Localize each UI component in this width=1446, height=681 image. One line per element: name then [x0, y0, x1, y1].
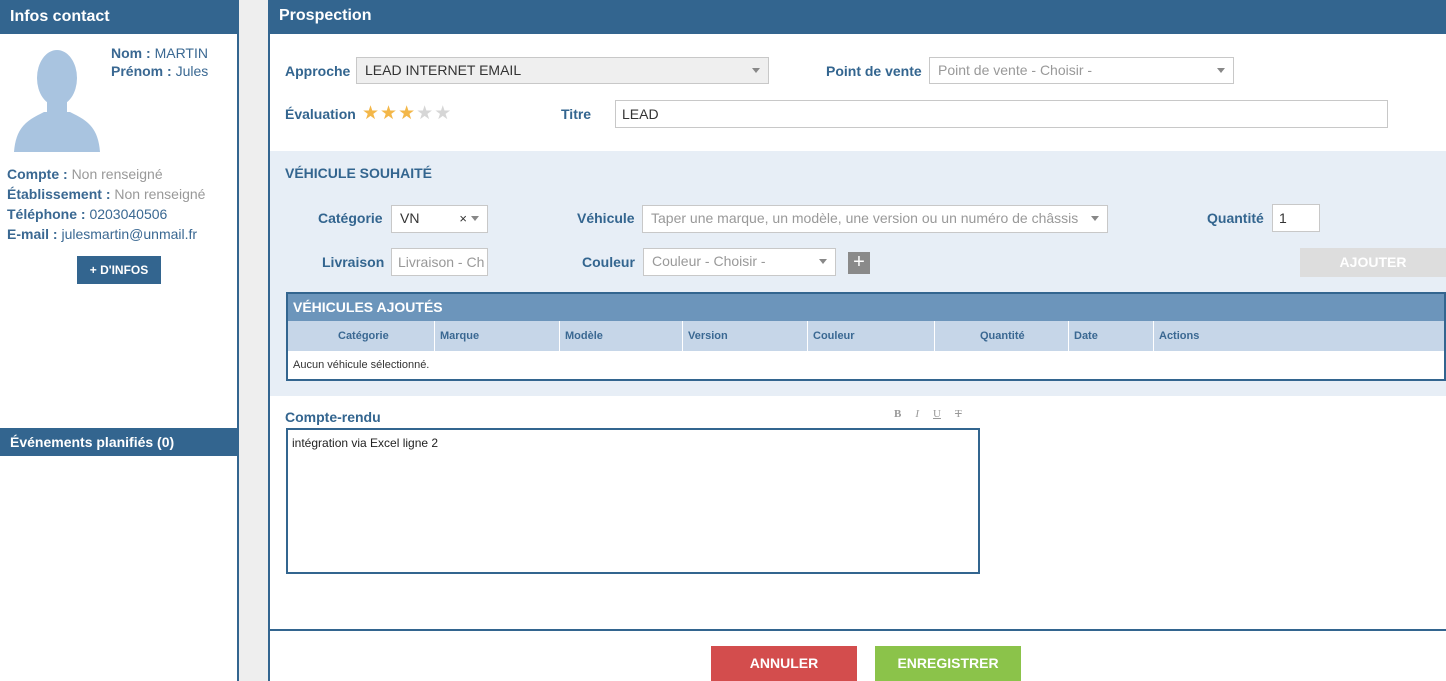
vehicule-placeholder: Taper une marque, un modèle, une version… — [651, 210, 1079, 226]
save-button[interactable]: ENREGISTRER — [875, 646, 1021, 681]
add-color-button[interactable]: + — [848, 252, 870, 274]
chevron-down-icon — [1091, 216, 1099, 221]
email-value: julesmartin@unmail.fr — [61, 226, 198, 242]
approche-value: LEAD INTERNET EMAIL — [365, 62, 522, 78]
categorie-select[interactable]: VN × — [391, 205, 488, 233]
approche-label: Approche — [285, 63, 351, 79]
compte-rendu-textarea[interactable]: intégration via Excel ligne 2 — [286, 428, 980, 574]
point-de-vente-select[interactable]: Point de vente - Choisir - — [929, 57, 1234, 84]
prenom-value: Jules — [175, 63, 209, 79]
avatar-placeholder-icon — [14, 50, 100, 152]
more-info-button[interactable]: + D'INFOS — [77, 256, 161, 284]
quantite-input[interactable]: 1 — [1272, 204, 1320, 232]
panel-gutter — [239, 0, 268, 681]
vehicule-label: Véhicule — [577, 210, 635, 226]
compte-value: Non renseigné — [71, 166, 163, 182]
telephone-value: 0203040506 — [89, 206, 168, 222]
column-header[interactable]: Catégorie — [288, 321, 435, 351]
italic-icon[interactable]: I — [915, 408, 919, 420]
star-icon-filled[interactable]: ★ — [398, 104, 415, 124]
rating-stars[interactable]: ★ ★ ★ ★ ★ — [362, 104, 451, 124]
column-header[interactable]: Quantité — [935, 321, 1069, 351]
quantite-value: 1 — [1279, 210, 1287, 226]
vehicles-table-empty-message: Aucun véhicule sélectionné. — [293, 359, 430, 371]
bold-icon[interactable]: B — [894, 408, 901, 420]
titre-value: LEAD — [622, 106, 659, 122]
categorie-value: VN — [400, 210, 420, 226]
categorie-label: Catégorie — [318, 210, 383, 226]
vehicles-table-header: Catégorie Marque Modèle Version Couleur … — [288, 321, 1444, 351]
chevron-down-icon — [752, 68, 760, 73]
livraison-placeholder: Livraison - Ch — [398, 254, 485, 270]
quantite-label: Quantité — [1207, 210, 1264, 226]
compte-rendu-text: intégration via Excel ligne 2 — [292, 436, 439, 450]
chevron-down-icon — [1217, 68, 1225, 73]
contact-panel-title: Infos contact — [0, 0, 237, 34]
compte-label: Compte : — [7, 166, 68, 182]
compte-rendu-label: Compte-rendu — [285, 409, 381, 425]
livraison-label: Livraison — [322, 254, 385, 270]
app-root: Infos contact Nom : MARTIN Prénom : Jule… — [0, 0, 1446, 681]
nom-value: MARTIN — [154, 45, 208, 61]
column-header[interactable]: Couleur — [808, 321, 935, 351]
etablissement-value: Non renseigné — [114, 186, 206, 202]
editor-toolbar: B I U T — [894, 408, 962, 420]
point-de-vente-label: Point de vente — [826, 63, 922, 79]
nom-label: Nom : — [111, 45, 151, 61]
clear-format-icon[interactable]: T — [955, 408, 962, 420]
livraison-input[interactable]: Livraison - Ch — [391, 248, 488, 276]
prospection-title: Prospection — [270, 0, 1446, 34]
telephone-label: Téléphone : — [7, 206, 86, 222]
contact-details: Compte : Non renseigné Établissement : N… — [7, 164, 205, 244]
couleur-select[interactable]: Couleur - Choisir - — [643, 248, 836, 276]
point-de-vente-placeholder: Point de vente - Choisir - — [938, 62, 1093, 78]
star-icon-empty[interactable]: ★ — [416, 104, 433, 124]
email-label: E-mail : — [7, 226, 58, 242]
star-icon-filled[interactable]: ★ — [380, 104, 397, 124]
column-header: Actions — [1159, 330, 1200, 342]
planned-events-header[interactable]: Événements planifiés (0) — [0, 428, 237, 456]
add-vehicle-button[interactable]: AJOUTER — [1300, 248, 1446, 277]
approche-select[interactable]: LEAD INTERNET EMAIL — [356, 57, 769, 84]
couleur-label: Couleur — [582, 254, 635, 270]
column-header[interactable]: Marque — [435, 321, 560, 351]
titre-input[interactable]: LEAD — [615, 100, 1388, 128]
contact-name-block: Nom : MARTIN Prénom : Jules — [111, 44, 208, 80]
couleur-placeholder: Couleur - Choisir - — [652, 253, 766, 269]
vehicles-table-title: VÉHICULES AJOUTÉS — [288, 294, 1444, 321]
vehicule-search-select[interactable]: Taper une marque, un modèle, une version… — [642, 205, 1108, 233]
column-header[interactable]: Modèle — [560, 321, 683, 351]
clear-icon[interactable]: × — [459, 206, 467, 231]
star-icon-filled[interactable]: ★ — [362, 104, 379, 124]
star-icon-empty[interactable]: ★ — [434, 104, 451, 124]
prospection-panel: Prospection Approche LEAD INTERNET EMAIL… — [268, 0, 1446, 681]
chevron-down-icon — [471, 216, 479, 221]
vehicles-table: VÉHICULES AJOUTÉS Catégorie Marque Modèl… — [286, 292, 1446, 381]
titre-label: Titre — [561, 106, 592, 122]
contact-panel: Infos contact Nom : MARTIN Prénom : Jule… — [0, 0, 239, 681]
chevron-down-icon — [819, 259, 827, 264]
underline-icon[interactable]: U — [933, 408, 941, 420]
etablissement-label: Établissement : — [7, 186, 111, 202]
vehicle-section: VÉHICULE SOUHAITÉ Catégorie VN × Véhicul… — [270, 151, 1446, 396]
cancel-button[interactable]: ANNULER — [711, 646, 857, 681]
footer-divider — [270, 629, 1446, 631]
column-header[interactable]: Date — [1069, 321, 1154, 351]
vehicle-section-title: VÉHICULE SOUHAITÉ — [285, 165, 433, 181]
prenom-label: Prénom : — [111, 63, 172, 79]
evaluation-label: Évaluation — [285, 106, 356, 122]
column-header[interactable]: Version — [683, 321, 808, 351]
